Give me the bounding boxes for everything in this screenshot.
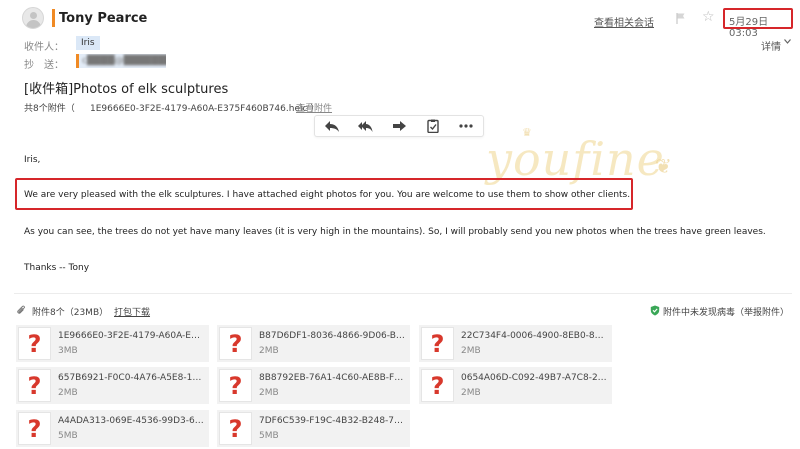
attachment-name: 7DF6C539-F19C-4B32-B248-7DA3E9B1.heic — [259, 416, 405, 426]
archive-button[interactable] — [416, 116, 450, 136]
attachment-size: 5MB — [259, 431, 279, 441]
broken-image-icon: ? — [228, 329, 243, 358]
reply-icon — [324, 121, 339, 132]
chevron-down-icon[interactable] — [784, 39, 791, 44]
attachment-size: 5MB — [58, 431, 78, 441]
to-label: 收件人： — [24, 42, 64, 53]
attachment-summary: 共8个附件（ — [24, 104, 75, 114]
avatar-head — [30, 12, 37, 19]
star-icon[interactable]: ☆ — [702, 10, 715, 24]
attachment-thumbnail: ? — [421, 369, 454, 402]
view-thread-link[interactable]: 查看相关会话 — [594, 14, 654, 29]
section-divider — [14, 293, 792, 294]
attachment-size: 2MB — [259, 346, 279, 356]
attachment-size: 2MB — [461, 346, 481, 356]
forward-button[interactable] — [382, 116, 416, 136]
attachment-size: 2MB — [259, 388, 279, 398]
broken-image-icon: ? — [430, 329, 445, 358]
attachment-tile[interactable]: ? 1E9666E0-3F2E-4179-A60A-E375F460B746.h… — [16, 325, 209, 362]
greeting: Iris, — [24, 155, 41, 165]
virus-scan-status[interactable]: 附件中未发现病毒（举报附件） — [663, 305, 789, 318]
details-link[interactable]: 详情 — [761, 38, 781, 53]
broken-image-icon: ? — [228, 371, 243, 400]
flag-icon[interactable] — [676, 13, 686, 24]
action-toolbar — [314, 115, 484, 137]
reply-all-button[interactable] — [349, 116, 383, 136]
attachment-tile[interactable]: ? 22C734F4-0006-4900-8EB0-8C47F0A2.heic … — [419, 325, 612, 362]
cc-chip[interactable]: c████@███████ — [76, 54, 166, 68]
archive-icon — [426, 119, 439, 133]
attachment-tile[interactable]: ? 0654A06D-C092-49B7-A7C8-29A5F1E6.heic … — [419, 367, 612, 404]
attachment-name: 0654A06D-C092-49B7-A7C8-29A5F1E6.heic — [461, 373, 607, 383]
paperclip-icon — [17, 305, 25, 314]
attachment-size: 2MB — [461, 388, 481, 398]
attachment-count: 附件8个（23MB） — [32, 308, 109, 318]
email-subject: [收件箱]Photos of elk sculptures — [24, 82, 229, 97]
attachment-name: B87D6DF1-8036-4866-9D06-B1ED5C1E.heic — [259, 331, 405, 341]
download-all-link[interactable]: 打包下载 — [114, 305, 150, 318]
broken-image-icon: ? — [27, 329, 42, 358]
attachment-name: 1E9666E0-3F2E-4179-A60A-E375F460B746.hei… — [58, 331, 204, 341]
view-attachments-link[interactable]: 查看附件 — [296, 101, 332, 114]
attachment-filename: 1E9666E0-3F2E-4179-A60A-E375F460B746.hei… — [90, 104, 320, 114]
attachment-name: 22C734F4-0006-4900-8EB0-8C47F0A2.heic — [461, 331, 607, 341]
attachment-thumbnail: ? — [18, 327, 51, 360]
crown-icon: ♛ — [522, 126, 532, 139]
attachment-thumbnail: ? — [18, 412, 51, 445]
received-date: 5月29日 03:03 — [729, 17, 769, 39]
attachment-name: 8B8792EB-76A1-4C60-AE8B-F30C3D29.heic — [259, 373, 405, 383]
attachment-tile[interactable]: ? A4ADA313-069E-4536-99D3-616B7C4D.heic … — [16, 410, 209, 447]
attachment-thumbnail: ? — [219, 412, 252, 445]
cc-address: c████@███████ — [82, 56, 166, 66]
forward-icon — [392, 121, 406, 131]
more-icon — [459, 124, 473, 128]
attachment-size: 3MB — [58, 346, 78, 356]
shield-check-icon — [650, 305, 660, 316]
attachment-thumbnail: ? — [219, 327, 252, 360]
attachment-tile[interactable]: ? 7DF6C539-F19C-4B32-B248-7DA3E9B1.heic … — [217, 410, 410, 447]
broken-image-icon: ? — [430, 371, 445, 400]
recipient-chip[interactable]: Iris — [76, 36, 100, 50]
body-paragraph-2: As you can see, the trees do not yet hav… — [24, 227, 766, 237]
sender-accent-bar — [52, 9, 55, 27]
attachment-tile[interactable]: ? B87D6DF1-8036-4866-9D06-B1ED5C1E.heic … — [217, 325, 410, 362]
cc-label: 抄 送： — [24, 60, 64, 71]
attachment-thumbnail: ? — [421, 327, 454, 360]
sender-avatar[interactable] — [22, 7, 44, 29]
attachment-thumbnail: ? — [18, 369, 51, 402]
body-paragraph-1: We are very pleased with the elk sculptu… — [24, 190, 631, 200]
reply-all-icon — [358, 121, 373, 132]
attachment-tile[interactable]: ? 657B6921-F0C0-4A76-A5E8-13DD8A41.heic … — [16, 367, 209, 404]
attachment-name: A4ADA313-069E-4536-99D3-616B7C4D.heic — [58, 416, 204, 426]
reply-button[interactable] — [315, 116, 349, 136]
broken-image-icon: ? — [27, 414, 42, 443]
avatar-body — [26, 20, 41, 28]
broken-image-icon: ? — [27, 371, 42, 400]
wheat-icon: ❦ — [655, 154, 672, 178]
sender-name[interactable]: Tony Pearce — [59, 11, 147, 26]
attachment-name: 657B6921-F0C0-4A76-A5E8-13DD8A41.heic — [58, 373, 204, 383]
cc-accent-mark — [76, 54, 79, 68]
attachment-size: 2MB — [58, 388, 78, 398]
signoff: Thanks -- Tony — [24, 263, 90, 273]
attachment-tile[interactable]: ? 8B8792EB-76A1-4C60-AE8B-F30C3D29.heic … — [217, 367, 410, 404]
more-button[interactable] — [449, 116, 483, 136]
broken-image-icon: ? — [228, 414, 243, 443]
attachment-thumbnail: ? — [219, 369, 252, 402]
